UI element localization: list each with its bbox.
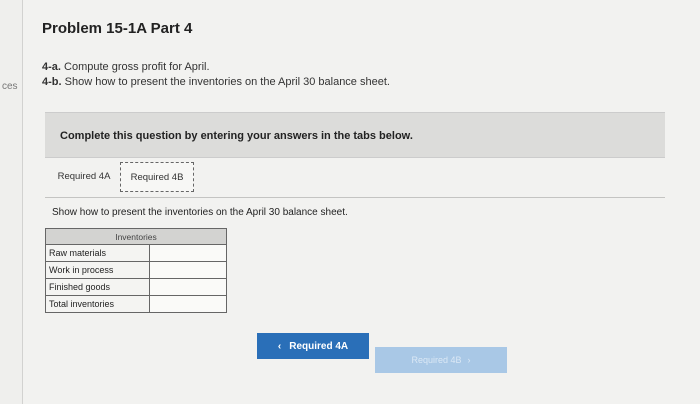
page-title: Problem 15-1A Part 4: [42, 20, 193, 37]
instruction-4a-text: Compute gross profit for April.: [64, 61, 210, 73]
work-in-process-input[interactable]: [150, 262, 226, 278]
instruction-4b: 4-b. Show how to present the inventories…: [42, 76, 390, 88]
instruction-4b-label: 4-b.: [42, 76, 62, 88]
next-button-label: Required 4B: [411, 355, 462, 365]
previous-required-4a-button[interactable]: ‹ Required 4A: [257, 333, 369, 359]
next-required-4b-button: Required 4B ›: [375, 347, 507, 373]
tab-required-4a[interactable]: Required 4A: [48, 162, 120, 190]
chevron-right-icon: ›: [467, 355, 471, 365]
instruction-4b-text: Show how to present the inventories on t…: [64, 76, 390, 88]
inventories-table: Inventories Raw materials Work in proces…: [45, 228, 227, 313]
previous-button-label: Required 4A: [289, 340, 349, 352]
row-label-finished-goods: Finished goods: [45, 278, 150, 296]
table-row: Work in process: [45, 261, 227, 279]
table-header: Inventories: [45, 228, 227, 245]
left-side-strip: ces: [0, 0, 23, 404]
table-row: Finished goods: [45, 278, 227, 296]
banner-text: Complete this question by entering your …: [60, 130, 413, 142]
raw-materials-input[interactable]: [150, 245, 226, 261]
finished-goods-input[interactable]: [150, 279, 226, 295]
instruction-4a-label: 4-a.: [42, 61, 61, 73]
total-inventories-input[interactable]: [150, 296, 226, 312]
row-label-work-in-process: Work in process: [45, 261, 150, 279]
row-label-raw-materials: Raw materials: [45, 244, 150, 262]
instruction-banner: Complete this question by entering your …: [45, 112, 665, 158]
chevron-left-icon: ‹: [277, 340, 282, 352]
side-cut-text: ces: [2, 81, 18, 92]
instruction-4a: 4-a. Compute gross profit for April.: [42, 61, 210, 73]
subquestion-text: Show how to present the inventories on t…: [52, 207, 348, 218]
tab-required-4b[interactable]: Required 4B: [120, 162, 194, 192]
tab-bar: Required 4A Required 4B: [45, 157, 665, 198]
table-row: Raw materials: [45, 244, 227, 262]
row-label-total-inventories: Total inventories: [45, 295, 150, 313]
table-row: Total inventories: [45, 295, 227, 313]
